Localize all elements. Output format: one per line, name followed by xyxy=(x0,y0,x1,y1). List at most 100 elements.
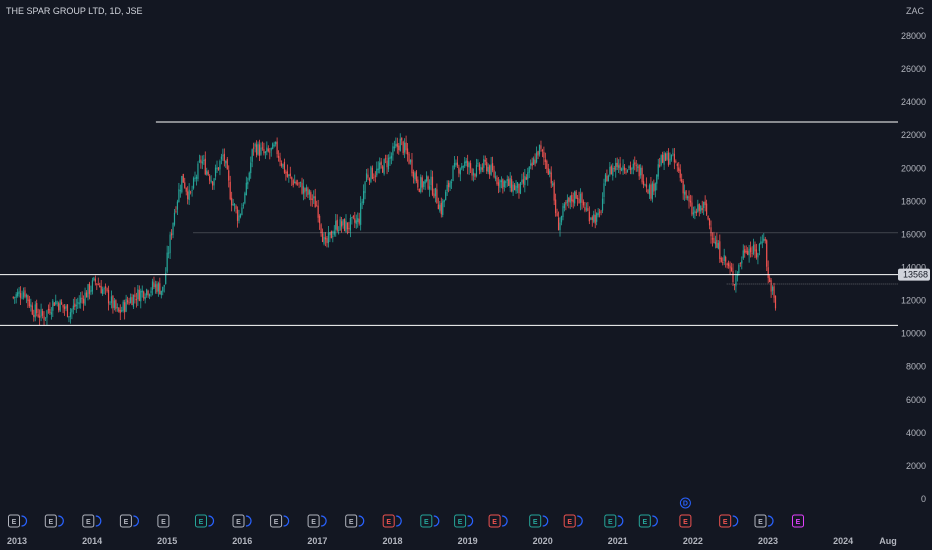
x-tick-label: 2023 xyxy=(758,536,778,546)
candle-body xyxy=(198,160,201,162)
chart-title: THE SPAR GROUP LTD, 1D, JSE xyxy=(6,6,143,16)
candle-body xyxy=(110,296,113,304)
earnings-label: E xyxy=(161,519,166,526)
candle-body xyxy=(599,211,601,213)
candle-body xyxy=(566,199,568,203)
candle-body xyxy=(327,233,330,244)
candle-body xyxy=(361,201,363,203)
candle-body xyxy=(141,290,143,293)
candle-body xyxy=(37,314,39,317)
candle-body xyxy=(757,253,759,258)
candle-body xyxy=(53,302,55,306)
candle-body xyxy=(656,174,658,184)
earnings-label: E xyxy=(796,519,801,526)
candle-body xyxy=(162,286,164,292)
candle-body xyxy=(229,181,231,200)
candle-body xyxy=(760,241,762,245)
candle-body xyxy=(282,163,284,168)
candle-body xyxy=(297,183,299,185)
candle-body xyxy=(516,182,519,188)
candle-body xyxy=(698,203,700,211)
candle-body xyxy=(197,163,199,179)
earnings-label: E xyxy=(124,519,129,526)
candle-body xyxy=(187,191,189,200)
candle-body xyxy=(689,200,692,203)
candle-body xyxy=(591,217,593,221)
candle-body xyxy=(222,155,224,157)
candle-body xyxy=(530,163,532,166)
candle-body xyxy=(19,293,22,298)
candle-body xyxy=(594,215,596,224)
candle-body xyxy=(299,181,302,183)
candle-body xyxy=(308,190,310,195)
candle-body xyxy=(28,299,30,307)
y-tick-label: 0 xyxy=(921,494,926,504)
candle-body xyxy=(587,208,589,211)
candle-body xyxy=(238,215,240,221)
y-tick-label: 6000 xyxy=(906,395,926,405)
candle-body xyxy=(628,166,630,168)
candle-body xyxy=(321,233,324,242)
candle-body xyxy=(534,159,536,164)
candle-body xyxy=(440,202,442,215)
candle-body xyxy=(216,167,218,170)
candle-body xyxy=(44,317,47,319)
candle-body xyxy=(483,159,485,168)
candle-body xyxy=(513,184,516,191)
candle-body xyxy=(140,290,142,302)
x-tick-label: 2016 xyxy=(232,536,252,546)
candle-body xyxy=(46,310,48,318)
candle-body xyxy=(763,238,765,241)
candle-body xyxy=(280,163,283,166)
price-label-value: 13568 xyxy=(903,270,928,280)
candle-body xyxy=(343,219,346,231)
candle-body xyxy=(351,217,353,219)
candle-body xyxy=(24,290,26,297)
candle-body xyxy=(358,218,360,224)
candle-body xyxy=(335,220,337,230)
candle-body xyxy=(36,303,38,314)
candle-body xyxy=(640,167,642,176)
candle-body xyxy=(412,171,415,178)
price-chart[interactable]: THE SPAR GROUP LTD, 1D, JSE ZAC 0 2000 400… xyxy=(0,0,932,550)
candle-body xyxy=(220,156,222,160)
candle-body xyxy=(490,164,492,175)
candle-body xyxy=(685,190,687,199)
candle-body xyxy=(382,166,384,173)
x-tick-label: 2021 xyxy=(608,536,628,546)
candle-body xyxy=(203,159,205,161)
earnings-label: E xyxy=(311,519,316,526)
candle-body xyxy=(700,206,702,212)
candle-body xyxy=(368,178,371,182)
candle-body xyxy=(741,260,743,264)
candle-body xyxy=(261,147,264,149)
candle-body xyxy=(65,306,67,309)
candle-body xyxy=(349,217,351,231)
candle-body xyxy=(360,203,362,225)
candle-body xyxy=(546,160,548,169)
candle-body xyxy=(289,173,291,177)
candle-body xyxy=(376,168,378,176)
candle-body xyxy=(427,176,429,189)
candle-body xyxy=(255,144,258,155)
candle-body xyxy=(544,159,546,162)
x-tick-label: 2013 xyxy=(7,536,27,546)
candle-body xyxy=(673,153,675,163)
candle-body xyxy=(283,161,286,173)
candle-body xyxy=(225,160,227,164)
candle-body xyxy=(80,297,82,303)
candle-body xyxy=(421,177,423,188)
candle-body xyxy=(210,180,212,183)
candle-body xyxy=(326,237,328,243)
candle-body xyxy=(295,181,297,185)
candle-body xyxy=(81,297,83,299)
candle-body xyxy=(588,211,590,222)
candle-body xyxy=(55,300,57,305)
candle-body xyxy=(433,193,435,198)
candle-body xyxy=(491,163,494,171)
candle-body xyxy=(409,159,412,163)
candle-body xyxy=(170,233,173,236)
earnings-label: E xyxy=(86,519,91,526)
candle-body xyxy=(270,147,272,151)
candle-body xyxy=(96,283,98,285)
